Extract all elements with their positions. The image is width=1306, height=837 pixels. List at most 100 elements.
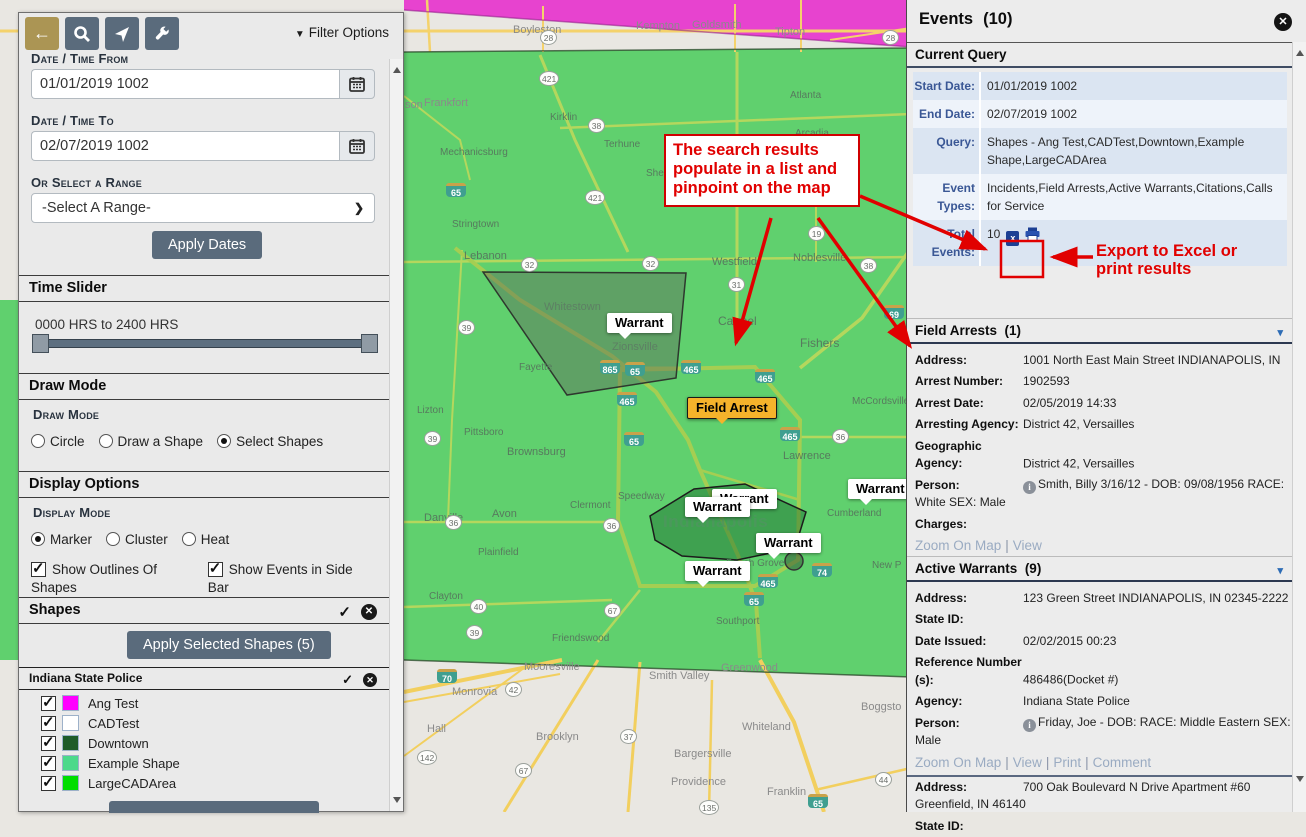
back-button[interactable]: ← — [25, 17, 59, 50]
warrant-marker[interactable]: Warrant — [848, 479, 913, 499]
detail-label: Date Issued: — [915, 633, 1023, 650]
navigation-arrow-icon — [113, 25, 131, 43]
detail-value: 02/02/2015 00:23 — [1023, 634, 1116, 648]
scroll-down-icon[interactable] — [1296, 776, 1304, 782]
locate-button[interactable] — [105, 17, 139, 50]
date-to-calendar-button[interactable] — [339, 131, 375, 161]
route-shield: 38 — [588, 118, 605, 133]
range-select[interactable]: -Select A Range- ❯ — [31, 193, 375, 223]
shape-group-header: Indiana State Police ✓ ✕ — [19, 667, 391, 690]
filter-options-toggle[interactable]: ▼Filter Options — [295, 25, 389, 40]
clear-shapes-icon[interactable]: ✕ — [361, 604, 377, 620]
warrant-marker[interactable]: Warrant — [756, 533, 821, 553]
detail-value: 1902593 — [1023, 374, 1070, 388]
info-icon[interactable]: i — [1023, 481, 1036, 494]
checkbox[interactable] — [41, 756, 56, 771]
radio-draw-a-shape[interactable] — [99, 434, 113, 448]
detail-value: 1001 North East Main Street INDIANAPOLIS… — [1023, 353, 1280, 367]
tools-button[interactable] — [145, 17, 179, 50]
checkbox[interactable] — [41, 696, 56, 711]
display-checkbox-item: Show Events in Side Bar — [208, 561, 379, 597]
route-shield: 421 — [585, 190, 605, 205]
query-row-value: 02/07/2019 1002 — [981, 100, 1287, 128]
date-to-input[interactable] — [31, 131, 339, 161]
partial-button-below[interactable] — [109, 801, 319, 813]
interstate-shield: 65 — [624, 432, 644, 446]
route-shield: 19 — [808, 226, 825, 241]
date-to-row — [31, 131, 375, 161]
checkbox[interactable] — [208, 562, 223, 577]
detail-row: Arrest Number:1902593 — [907, 371, 1293, 392]
wrench-icon — [153, 25, 171, 43]
warrant-marker[interactable]: Warrant — [685, 497, 750, 517]
link-separator: | — [1046, 755, 1050, 770]
link-zoom-on-map[interactable]: Zoom On Map — [915, 538, 1001, 553]
checkbox[interactable] — [41, 776, 56, 791]
active-warrants-header[interactable]: Active Warrants (9) ▾ — [907, 556, 1293, 582]
date-from-row — [31, 69, 375, 99]
interstate-shield: 465 — [681, 360, 701, 374]
detail-label: Arrest Date: — [915, 395, 1023, 412]
link-separator: | — [1005, 538, 1009, 553]
detail-row: State ID: — [907, 816, 1293, 837]
link-print[interactable]: Print — [1053, 755, 1081, 770]
scroll-up-icon[interactable] — [1296, 50, 1304, 56]
checkbox[interactable] — [41, 736, 56, 751]
link-view[interactable]: View — [1013, 755, 1042, 770]
time-slider-handle-end[interactable] — [361, 334, 378, 353]
field-arrests-header[interactable]: Field Arrests (1) ▾ — [907, 318, 1293, 344]
radio-circle[interactable] — [31, 434, 45, 448]
collapse-chevron-icon[interactable]: ▾ — [1277, 326, 1283, 339]
route-shield: 39 — [424, 431, 441, 446]
query-row: Event Types:Incidents,Field Arrests,Acti… — [913, 174, 1287, 220]
route-shield: 36 — [832, 429, 849, 444]
left-panel-scrollbar[interactable] — [389, 59, 403, 811]
apply-selected-shapes-button[interactable]: Apply Selected Shapes (5) — [127, 631, 331, 659]
check-all-shapes-icon[interactable]: ✓ — [338, 603, 351, 621]
route-shield: 40 — [470, 599, 487, 614]
radio-heat[interactable] — [182, 532, 196, 546]
route-shield: 36 — [603, 518, 620, 533]
time-slider-track[interactable] — [33, 339, 377, 348]
warrant-marker[interactable]: Warrant — [685, 561, 750, 581]
collapse-chevron-icon[interactable]: ▾ — [1277, 564, 1283, 577]
link-comment[interactable]: Comment — [1093, 755, 1152, 770]
detail-row: Address:1001 North East Main Street INDI… — [907, 350, 1293, 371]
info-icon[interactable]: i — [1023, 719, 1036, 732]
link-view[interactable]: View — [1013, 538, 1042, 553]
apply-dates-button[interactable]: Apply Dates — [152, 231, 262, 259]
warrant-marker[interactable]: Warrant — [607, 313, 672, 333]
date-from-input[interactable] — [31, 69, 339, 99]
checkbox[interactable] — [41, 716, 56, 731]
shape-name: CADTest — [88, 716, 139, 731]
time-slider-handle-start[interactable] — [32, 334, 49, 353]
close-icon[interactable]: ✕ — [1274, 13, 1292, 31]
radio-marker[interactable] — [31, 532, 45, 546]
date-from-calendar-button[interactable] — [339, 69, 375, 99]
export-excel-icon[interactable]: x — [1006, 231, 1019, 246]
shape-row: Example Shape — [41, 753, 180, 773]
radio-cluster[interactable] — [106, 532, 120, 546]
calendar-icon — [349, 138, 365, 154]
link-zoom-on-map[interactable]: Zoom On Map — [915, 755, 1001, 770]
current-query-table: Start Date:01/01/2019 1002End Date:02/07… — [913, 72, 1287, 266]
scroll-down-icon[interactable] — [393, 797, 401, 803]
right-panel-scrollbar[interactable] — [1292, 42, 1306, 812]
interstate-shield: 465 — [780, 427, 800, 441]
detail-row: Person:iSmith, Billy 3/16/12 - DOB: 09/0… — [907, 474, 1293, 513]
route-shield: 44 — [875, 772, 892, 787]
events-count: (10) — [983, 10, 1012, 28]
route-shield: 37 — [620, 729, 637, 744]
scroll-up-icon[interactable] — [393, 67, 401, 73]
detail-label: Address: — [915, 779, 1023, 796]
checkbox[interactable] — [31, 562, 46, 577]
search-button[interactable] — [65, 17, 99, 50]
clear-group-icon[interactable]: ✕ — [363, 673, 377, 687]
radio-select-shapes[interactable] — [217, 434, 231, 448]
route-shield: 421 — [539, 71, 559, 86]
print-icon[interactable] — [1025, 227, 1040, 246]
check-group-icon[interactable]: ✓ — [342, 672, 353, 688]
interstate-shield: 74 — [812, 563, 832, 577]
detail-row: Address:123 Green Street INDIANAPOLIS, I… — [907, 588, 1293, 609]
field-arrest-marker[interactable]: Field Arrest — [687, 397, 777, 419]
